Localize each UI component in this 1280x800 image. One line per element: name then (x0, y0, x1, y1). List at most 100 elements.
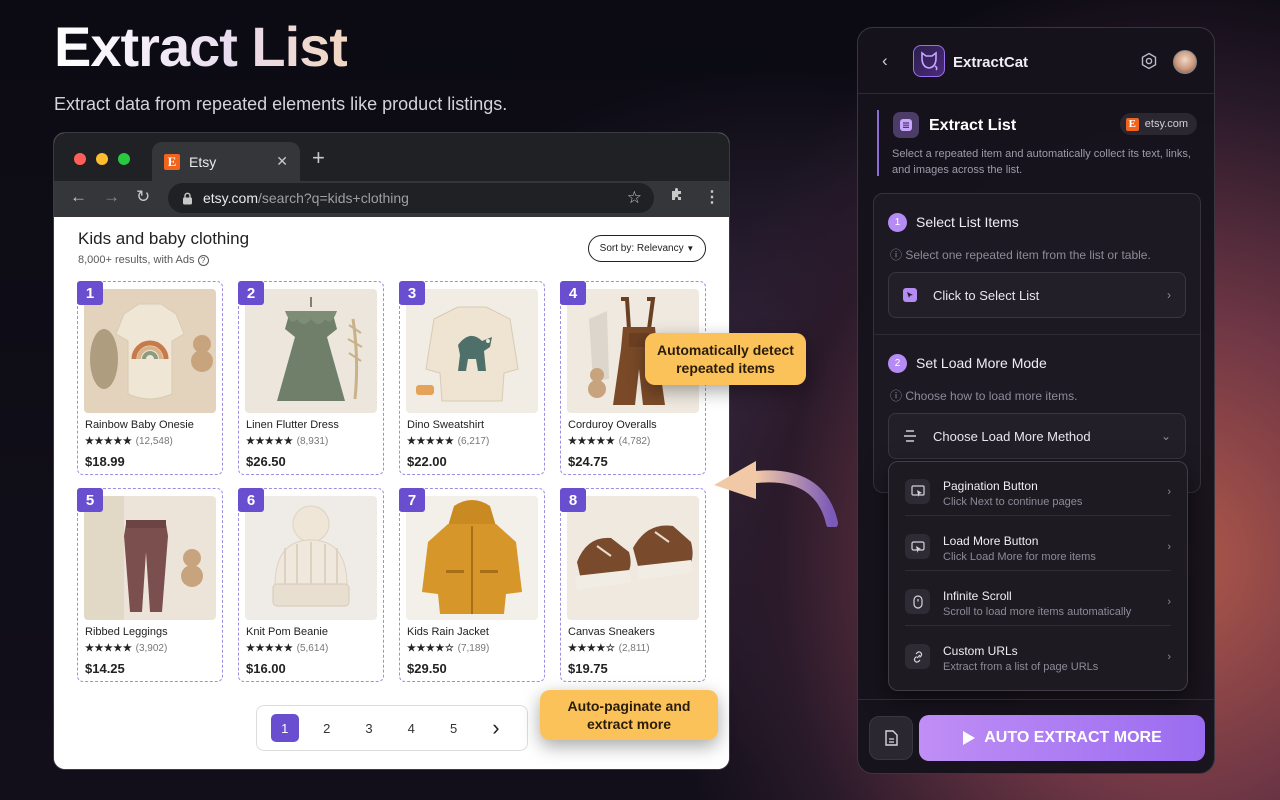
help-icon[interactable]: ? (197, 255, 209, 266)
chevron-right-icon: › (1167, 541, 1171, 553)
document-button[interactable] (869, 716, 913, 760)
select-list-button[interactable]: Click to Select List › (888, 272, 1186, 318)
product-price: $14.25 (85, 661, 125, 676)
product-image (84, 289, 216, 413)
item-badge: 5 (77, 488, 103, 512)
product-rating: ★★★★☆ (2,811) (568, 643, 650, 654)
minimize-window-dot[interactable] (96, 153, 108, 165)
item-badge: 1 (77, 281, 103, 305)
product-card[interactable]: 1 Rainbow Baby Onesie ★★★★★ (12,548) $18… (77, 281, 223, 475)
option-load-more-button[interactable]: Load More Button Click Load More for mor… (905, 517, 1171, 571)
sort-dropdown[interactable]: Sort by: Relevancy ▼ (588, 235, 706, 262)
chevron-right-icon: › (1167, 288, 1171, 302)
product-rating: ★★★★★ (4,782) (568, 436, 651, 447)
option-infinite-scroll[interactable]: Infinite Scroll Scroll to load more item… (905, 572, 1171, 626)
back-arrow-icon[interactable]: ← (70, 187, 87, 207)
load-more-method-dropdown[interactable]: Choose Load More Method ⌄ (888, 413, 1186, 459)
load-more-options-menu: Pagination Button Click Next to continue… (888, 461, 1188, 691)
user-avatar[interactable] (1173, 50, 1197, 74)
product-rating: ★★★★★ (5,614) (246, 643, 329, 654)
page-1-button[interactable]: 1 (271, 714, 299, 742)
close-window-dot[interactable] (74, 153, 86, 165)
step-hint: ⓘ Select one repeated item from the list… (890, 248, 1151, 262)
settings-gear-icon[interactable] (1140, 52, 1158, 70)
page-4-button[interactable]: 4 (390, 721, 432, 736)
option-pagination-button[interactable]: Pagination Button Click Next to continue… (905, 462, 1171, 516)
page-headline: Extract List (54, 15, 348, 78)
product-name[interactable]: Canvas Sneakers (568, 626, 655, 638)
item-badge: 8 (560, 488, 586, 512)
reload-icon[interactable]: ↻ (136, 187, 150, 207)
product-price: $24.75 (568, 454, 608, 469)
option-custom-urls[interactable]: Custom URLs Extract from a list of page … (905, 627, 1171, 681)
product-name[interactable]: Knit Pom Beanie (246, 626, 328, 638)
product-card[interactable]: 2 Linen Flutter Dress ★★★★★ (8,931) $26.… (238, 281, 384, 475)
url-path: /search?q=kids+clothing (257, 190, 409, 206)
page-subtitle: Extract data from repeated elements like… (54, 94, 508, 114)
tab-close-icon[interactable]: ✕ (276, 153, 288, 170)
section-title: Extract List (929, 117, 1017, 134)
product-card[interactable]: 7 Kids Rain Jacket ★★★★☆ (7,189) $29.50 (399, 488, 545, 682)
panel-footer: AUTO EXTRACT MORE (858, 699, 1214, 773)
back-chevron-icon[interactable]: ‹ (882, 51, 888, 71)
extensions-puzzle-icon[interactable] (669, 187, 685, 208)
item-badge: 6 (238, 488, 264, 512)
step-hint: ⓘ Choose how to load more items. (890, 389, 1078, 403)
search-title: Kids and baby clothing (78, 229, 250, 248)
product-image (406, 496, 538, 620)
etsy-favicon-icon: E (1125, 117, 1139, 131)
address-bar[interactable]: etsy.com/search?q=kids+clothing ☆ (168, 183, 654, 213)
forward-arrow-icon[interactable]: → (103, 187, 120, 207)
product-card[interactable]: 8 Canvas Sneakers ★★★★☆ (2,811) $19.75 (560, 488, 706, 682)
item-badge: 3 (399, 281, 425, 305)
paginate-callout: Auto-paginate and extract more (540, 690, 718, 740)
extract-list-section: Extract List Eetsy.com Select a repeated… (877, 110, 1197, 176)
link-icon (905, 644, 930, 669)
product-name[interactable]: Ribbed Leggings (85, 626, 168, 638)
browser-window: E Etsy ✕ + ← → ↻ etsy.com/search?q=kids+… (53, 132, 730, 770)
product-name[interactable]: Rainbow Baby Onesie (85, 419, 194, 431)
pagination-icon (905, 479, 930, 504)
product-name[interactable]: Corduroy Overalls (568, 419, 657, 431)
product-image (567, 496, 699, 620)
step-title: Set Load More Mode (916, 355, 1047, 371)
product-card[interactable]: 3 Dino Sweatshirt ★★★★★ (6,217) $22.00 (399, 281, 545, 475)
etsy-page: Kids and baby clothing 8,000+ results, w… (54, 217, 729, 769)
product-rating: ★★★★★ (8,931) (246, 436, 329, 447)
new-tab-icon[interactable]: + (312, 145, 325, 171)
maximize-window-dot[interactable] (118, 153, 130, 165)
browser-tab[interactable]: E Etsy ✕ (152, 142, 300, 181)
auto-extract-more-button[interactable]: AUTO EXTRACT MORE (919, 715, 1205, 761)
product-price: $18.99 (85, 454, 125, 469)
bookmark-star-icon[interactable]: ☆ (627, 188, 642, 208)
chevron-down-icon: ▼ (686, 244, 695, 253)
chevron-right-icon: › (1167, 596, 1171, 608)
mouse-scroll-icon (905, 589, 930, 614)
extractcat-panel: ‹ ExtractCat Extract List Eetsy.com Sele… (857, 27, 1215, 774)
steps-box: 1 Select List Items ⓘ Select one repeate… (873, 193, 1201, 493)
product-name[interactable]: Linen Flutter Dress (246, 419, 339, 431)
step-number: 1 (888, 213, 907, 232)
next-page-chevron-icon[interactable]: › (475, 715, 517, 741)
section-description: Select a repeated item and automatically… (892, 148, 1191, 176)
browser-menu-icon[interactable]: ⋮ (704, 187, 720, 207)
curved-arrow-icon (714, 461, 838, 527)
product-rating: ★★★★☆ (7,189) (407, 643, 490, 654)
product-card[interactable]: 6 Knit Pom Beanie ★★★★★ (5,614) $16.00 (238, 488, 384, 682)
product-name[interactable]: Dino Sweatshirt (407, 419, 484, 431)
product-image (84, 496, 216, 620)
url-domain: etsy.com (203, 190, 258, 206)
tab-title: Etsy (189, 153, 217, 170)
pagination: 1 2 3 4 5 › (256, 705, 528, 751)
product-card[interactable]: 5 Ribbed Leggings ★★★★★ (3,902) $14.25 (77, 488, 223, 682)
page-3-button[interactable]: 3 (348, 721, 390, 736)
product-price: $22.00 (407, 454, 447, 469)
product-rating: ★★★★★ (6,217) (407, 436, 490, 447)
page-5-button[interactable]: 5 (432, 721, 474, 736)
page-2-button[interactable]: 2 (306, 721, 348, 736)
results-count: 8,000+ results, with Ads ? (78, 254, 209, 266)
product-name[interactable]: Kids Rain Jacket (407, 626, 489, 638)
etsy-favicon-icon: E (164, 153, 180, 170)
tab-bar: E Etsy ✕ + (54, 133, 729, 181)
product-rating: ★★★★★ (3,902) (85, 643, 168, 654)
